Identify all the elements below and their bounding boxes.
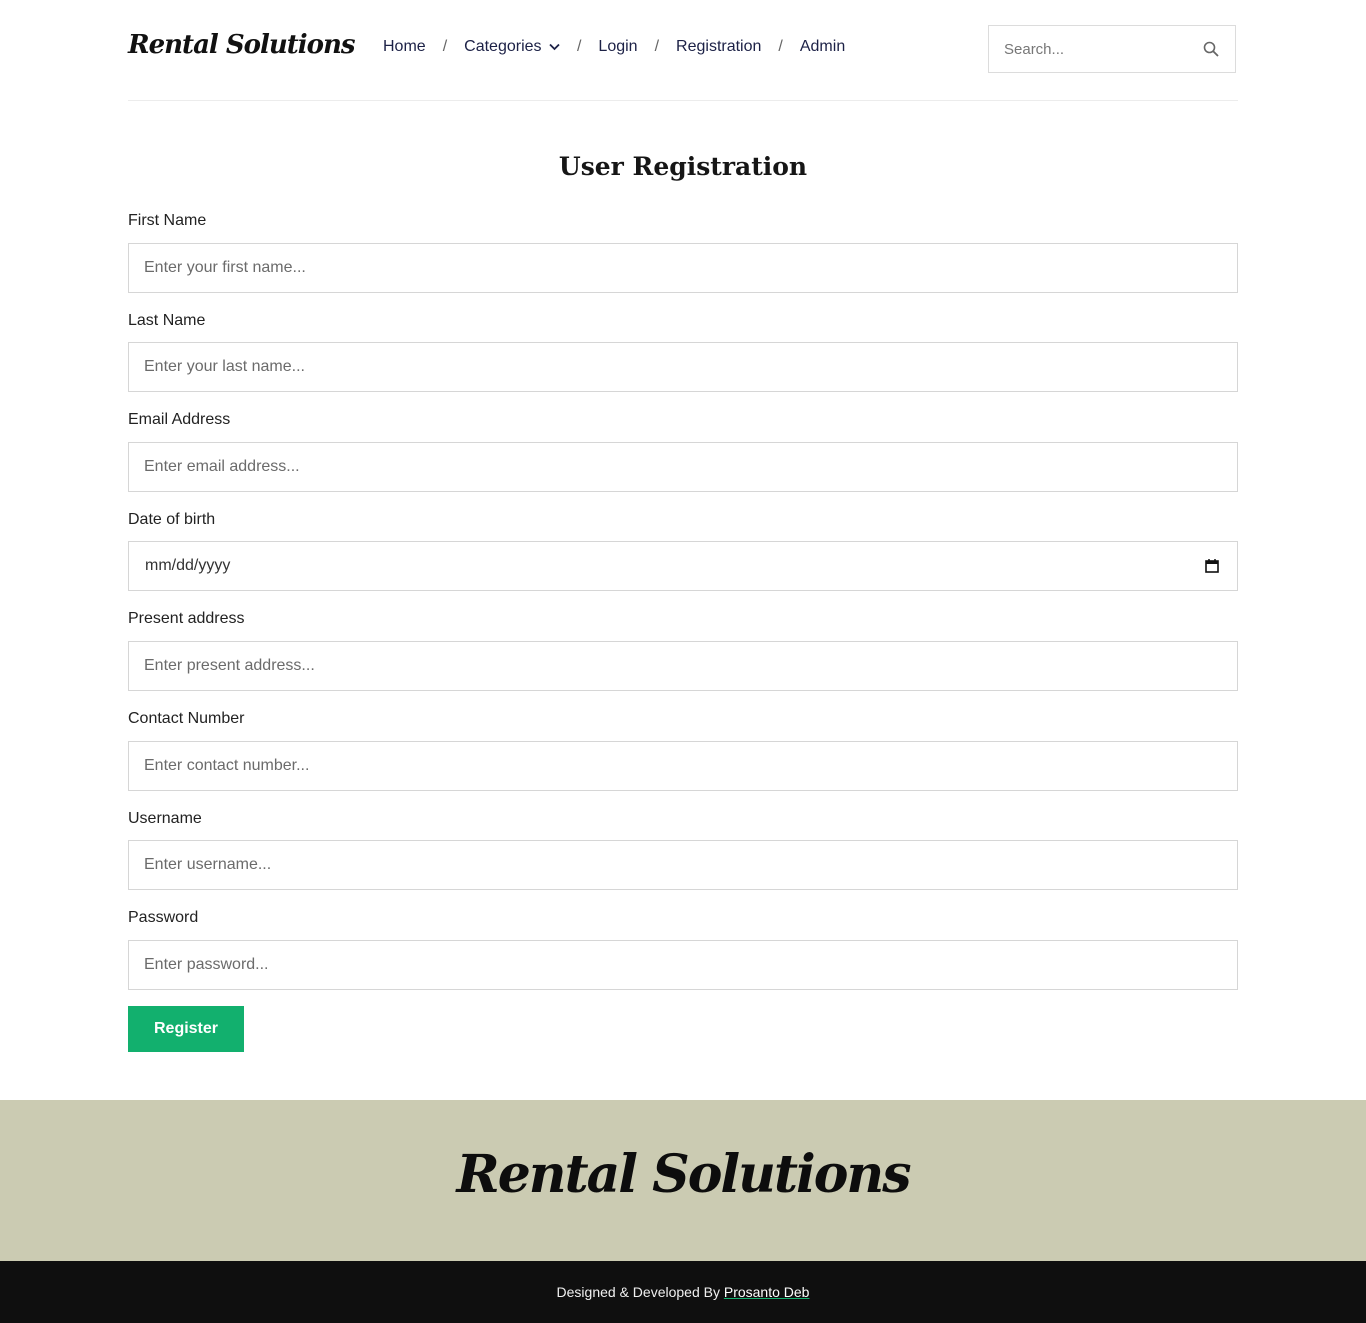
dob-field[interactable]: mm/dd/yyyy — [128, 541, 1238, 591]
page: Rental Solutions Home / Categories / Log… — [0, 0, 1366, 1323]
author-link[interactable]: Prosanto Deb — [724, 1284, 810, 1300]
first-name-field — [128, 243, 1238, 293]
footer-bottom-bar: Designed & Developed By Prosanto Deb — [0, 1261, 1366, 1323]
address-input[interactable] — [129, 642, 1237, 690]
contact-input[interactable] — [129, 742, 1237, 790]
address-label: Present address — [128, 610, 245, 627]
contact-field — [128, 741, 1238, 791]
password-input[interactable] — [129, 941, 1237, 989]
nav-login[interactable]: Login — [598, 38, 637, 56]
last-name-input[interactable] — [129, 343, 1237, 391]
nav-categories[interactable]: Categories — [464, 38, 560, 56]
register-button[interactable]: Register — [128, 1006, 244, 1052]
nav-separator: / — [576, 38, 582, 55]
nav-admin[interactable]: Admin — [800, 38, 845, 56]
search-input[interactable] — [989, 26, 1203, 72]
username-field — [128, 840, 1238, 890]
password-field — [128, 940, 1238, 990]
nav-separator: / — [654, 38, 660, 55]
footer-logo[interactable]: Rental Solutions — [0, 1144, 1366, 1205]
calendar-icon[interactable] — [1205, 559, 1219, 573]
credit-prefix: Designed & Developed By — [556, 1284, 720, 1300]
first-name-input[interactable] — [129, 244, 1237, 292]
last-name-field — [128, 342, 1238, 392]
site-logo[interactable]: Rental Solutions — [128, 30, 356, 60]
search-box — [988, 25, 1236, 73]
last-name-label: Last Name — [128, 312, 206, 329]
main-nav: Home / Categories / Login / Registration… — [383, 38, 845, 56]
address-field — [128, 641, 1238, 691]
nav-separator: / — [442, 38, 448, 55]
email-label: Email Address — [128, 411, 231, 428]
username-input[interactable] — [129, 841, 1237, 889]
site-header: Rental Solutions Home / Categories / Log… — [128, 0, 1238, 101]
chevron-down-icon — [549, 43, 560, 51]
page-title: User Registration — [558, 152, 808, 181]
nav-registration[interactable]: Registration — [676, 38, 761, 56]
email-input[interactable] — [129, 443, 1237, 491]
dob-label: Date of birth — [128, 511, 216, 528]
email-field — [128, 442, 1238, 492]
username-label: Username — [128, 810, 202, 827]
nav-categories-label: Categories — [464, 38, 542, 55]
nav-home[interactable]: Home — [383, 38, 426, 56]
search-icon[interactable] — [1203, 41, 1219, 57]
footer-band: Rental Solutions — [0, 1100, 1366, 1261]
first-name-label: First Name — [128, 212, 207, 229]
nav-separator: / — [778, 38, 783, 55]
dob-value[interactable]: mm/dd/yyyy — [129, 557, 1205, 575]
password-label: Password — [128, 909, 199, 926]
footer-credit: Designed & Developed By Prosanto Deb — [0, 1284, 1366, 1300]
contact-label: Contact Number — [128, 710, 245, 727]
